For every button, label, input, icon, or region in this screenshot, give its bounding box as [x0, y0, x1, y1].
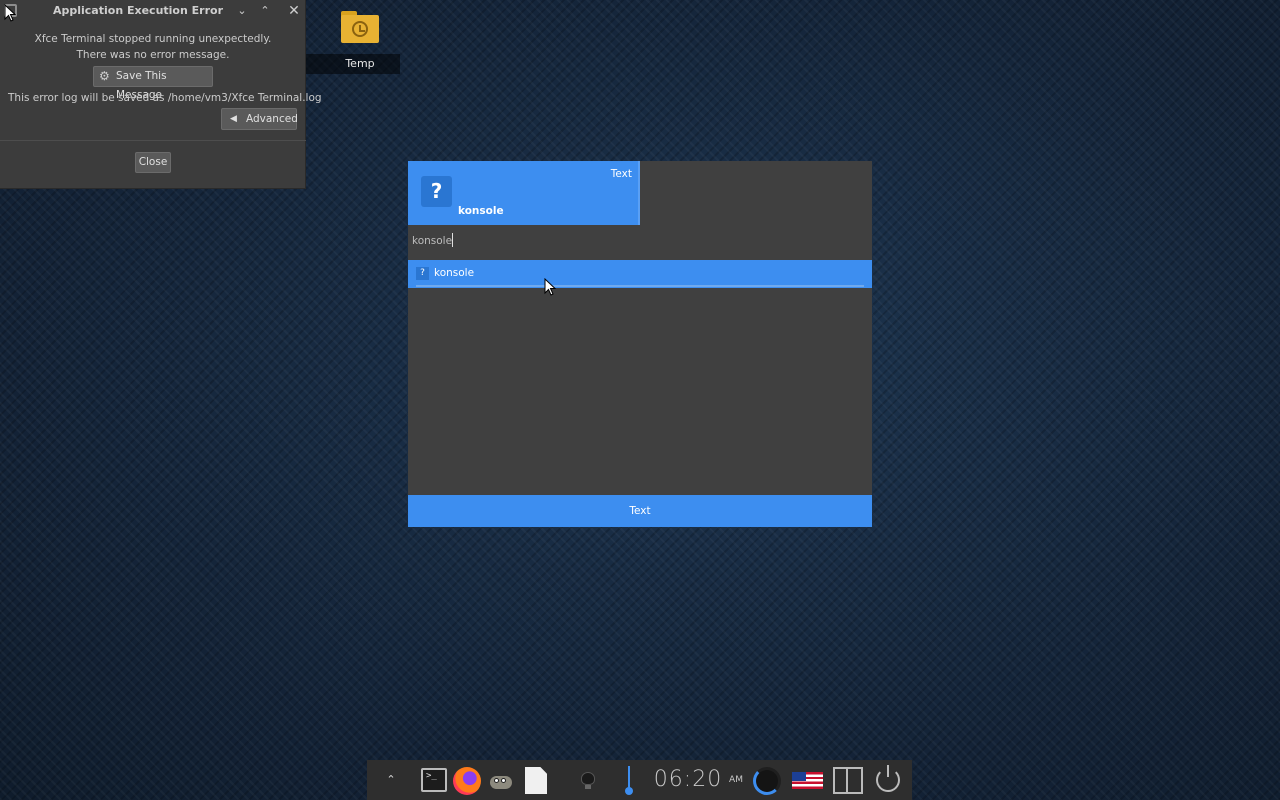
mouse-cursor-icon: [4, 3, 17, 26]
error-dialog: Application Execution Error ⌄ ⌃ ✕ Xfce T…: [0, 0, 322, 189]
network-ring-icon[interactable]: [753, 767, 781, 795]
dialog-separator: [0, 140, 306, 141]
card-type-label: Text: [610, 168, 632, 180]
bulb-icon[interactable]: [580, 772, 596, 790]
gear-icon: ⚙: [99, 69, 110, 83]
power-icon[interactable]: [876, 765, 900, 792]
mouse-cursor-icon: [544, 277, 557, 300]
error-message-line2: There was no error message.: [76, 49, 230, 61]
desktop-selection-strip: [306, 54, 320, 74]
chevron-up-icon[interactable]: ⌃: [257, 3, 273, 19]
chevron-left-icon: ◀: [230, 114, 237, 124]
error-dialog-titlebar[interactable]: Application Execution Error ⌄ ⌃ ✕: [0, 0, 306, 22]
unknown-app-icon: ?: [421, 176, 452, 207]
show-hidden-icon[interactable]: ⌃: [381, 760, 401, 800]
error-message-line1: Xfce Terminal stopped running unexpected…: [34, 33, 272, 45]
folder-recent-icon: [341, 11, 379, 43]
firefox-icon[interactable]: [453, 767, 481, 795]
clock-ampm: AM: [729, 775, 743, 785]
desktop-icon-label: Temp: [320, 54, 400, 74]
unknown-app-icon: ?: [416, 267, 429, 280]
launcher-search-input[interactable]: konsole: [412, 233, 454, 247]
gimp-icon[interactable]: [488, 770, 516, 792]
clock-time[interactable]: 06:20: [653, 760, 723, 800]
advanced-button[interactable]: ◀ Advanced: [221, 108, 298, 130]
chevron-down-icon[interactable]: ⌄: [234, 3, 250, 19]
text-caret: [452, 233, 454, 247]
error-log-path: This error log will be saved as /home/vm…: [8, 92, 322, 104]
workspace-icon[interactable]: [833, 767, 863, 794]
document-icon[interactable]: [525, 767, 547, 794]
launcher-footer[interactable]: Text: [408, 495, 872, 527]
app-launcher: Text ? konsole konsole ? konsole Text: [408, 161, 872, 527]
advanced-label: Advanced: [246, 113, 298, 125]
launcher-result-row[interactable]: ? konsole: [408, 260, 872, 288]
close-button[interactable]: Close: [135, 152, 171, 173]
launcher-selected-card[interactable]: Text ? konsole: [408, 161, 640, 225]
card-app-name: konsole: [458, 205, 504, 217]
save-message-button[interactable]: ⚙ Save This Message: [93, 66, 213, 101]
terminal-icon[interactable]: >_: [421, 768, 447, 792]
volume-icon[interactable]: [625, 766, 633, 795]
result-underline: [416, 285, 864, 287]
result-name: konsole: [434, 267, 475, 279]
us-flag-icon[interactable]: [792, 772, 823, 789]
bottom-panel: ⌃ >_ 06:20 AM: [367, 760, 912, 800]
launcher-query-text: konsole: [412, 235, 453, 247]
desktop-icon-temp[interactable]: Temp: [320, 8, 400, 74]
close-icon[interactable]: ✕: [286, 3, 302, 19]
